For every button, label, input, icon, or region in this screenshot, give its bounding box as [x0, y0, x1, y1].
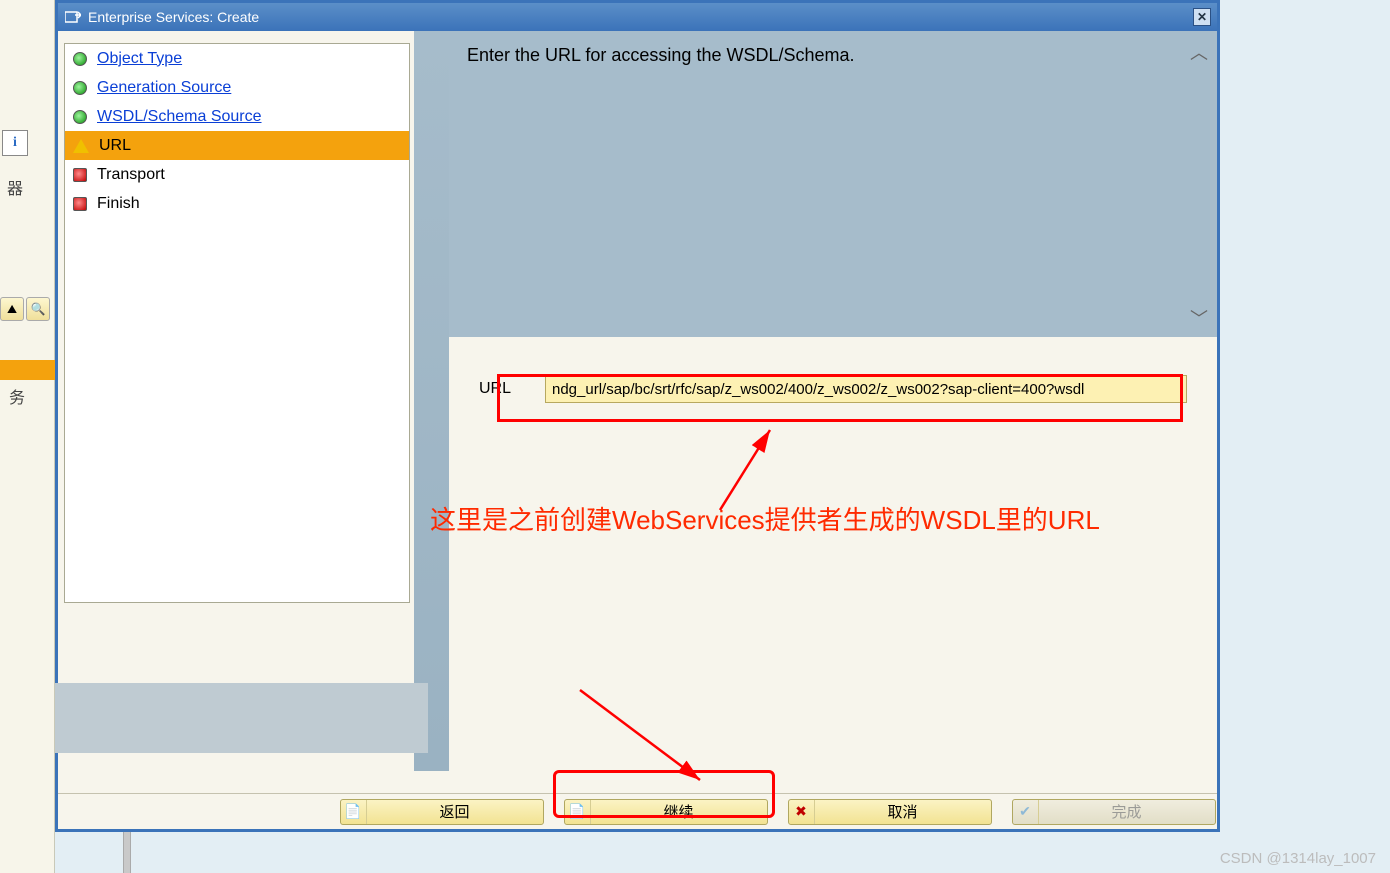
titlebar: Enterprise Services: Create ✕ [58, 3, 1217, 31]
continue-button[interactable]: 📄 继续 [564, 799, 768, 825]
step-finish: Finish [65, 189, 409, 218]
scroll-up-icon[interactable]: ︿ [1187, 41, 1211, 63]
bg-label-2: 务 [0, 384, 34, 408]
cancel-icon: ✖ [789, 800, 815, 824]
status-led-green [73, 52, 87, 66]
bg-highlight-bar [0, 360, 55, 380]
bg-vertical-divider [123, 832, 131, 873]
binoculars-icon[interactable]: 🔍 [26, 297, 50, 321]
cancel-button[interactable]: ✖ 取消 [788, 799, 992, 825]
step-label[interactable]: WSDL/Schema Source [97, 108, 262, 126]
instruction-panel: Enter the URL for accessing the WSDL/Sch… [449, 31, 1217, 337]
status-led-green [73, 81, 87, 95]
wizard-footer: 📄 返回 📄 继续 ✖ 取消 ✔ 完成 [58, 793, 1217, 829]
url-label: URL [479, 380, 519, 398]
finish-button-label: 完成 [1039, 801, 1215, 822]
window-title: Enterprise Services: Create [88, 9, 1193, 25]
step-wsdl-schema-source[interactable]: WSDL/Schema Source [65, 102, 409, 131]
instruction-text: Enter the URL for accessing the WSDL/Sch… [467, 45, 855, 65]
window-icon [64, 8, 82, 26]
step-generation-source[interactable]: Generation Source [65, 73, 409, 102]
info-icon[interactable]: i [2, 130, 28, 156]
watermark: CSDN @1314lay_1007 [1220, 850, 1376, 867]
step-label: Finish [97, 195, 140, 213]
status-led-red [73, 197, 87, 211]
url-input[interactable] [545, 375, 1187, 403]
step-label[interactable]: Object Type [97, 50, 182, 68]
finish-icon: ✔ [1013, 800, 1039, 824]
finish-button: ✔ 完成 [1012, 799, 1216, 825]
bg-tool-icons: ⛰ 🔍 [0, 297, 55, 323]
continue-button-label: 继续 [591, 801, 767, 822]
url-row: URL [449, 337, 1217, 441]
content-pane: Enter the URL for accessing the WSDL/Sch… [449, 31, 1217, 771]
steps-panel: Object Type Generation Source WSDL/Schem… [58, 31, 414, 771]
bottom-image-strip [55, 683, 428, 753]
back-button-label: 返回 [367, 801, 543, 822]
cancel-button-label: 取消 [815, 801, 991, 822]
step-label[interactable]: Generation Source [97, 79, 231, 97]
step-object-type[interactable]: Object Type [65, 44, 409, 73]
steps-list: Object Type Generation Source WSDL/Schem… [64, 43, 410, 603]
step-url[interactable]: URL [65, 131, 409, 160]
step-label: URL [99, 137, 131, 155]
landscape-icon[interactable]: ⛰ [0, 297, 24, 321]
back-icon: 📄 [341, 800, 367, 824]
annotation-text: 这里是之前创建WebServices提供者生成的WSDL里的URL [430, 500, 1230, 537]
step-label: Transport [97, 166, 165, 184]
status-led-green [73, 110, 87, 124]
divider-strip [414, 31, 449, 771]
scroll-down-icon[interactable]: ﹀ [1187, 307, 1211, 329]
bg-label-1: 器 [0, 175, 30, 199]
continue-icon: 📄 [565, 800, 591, 824]
status-led-yellow [73, 139, 89, 153]
back-button[interactable]: 📄 返回 [340, 799, 544, 825]
close-icon[interactable]: ✕ [1193, 8, 1211, 26]
dialog-body: Object Type Generation Source WSDL/Schem… [58, 31, 1217, 771]
status-led-red [73, 168, 87, 182]
step-transport: Transport [65, 160, 409, 189]
